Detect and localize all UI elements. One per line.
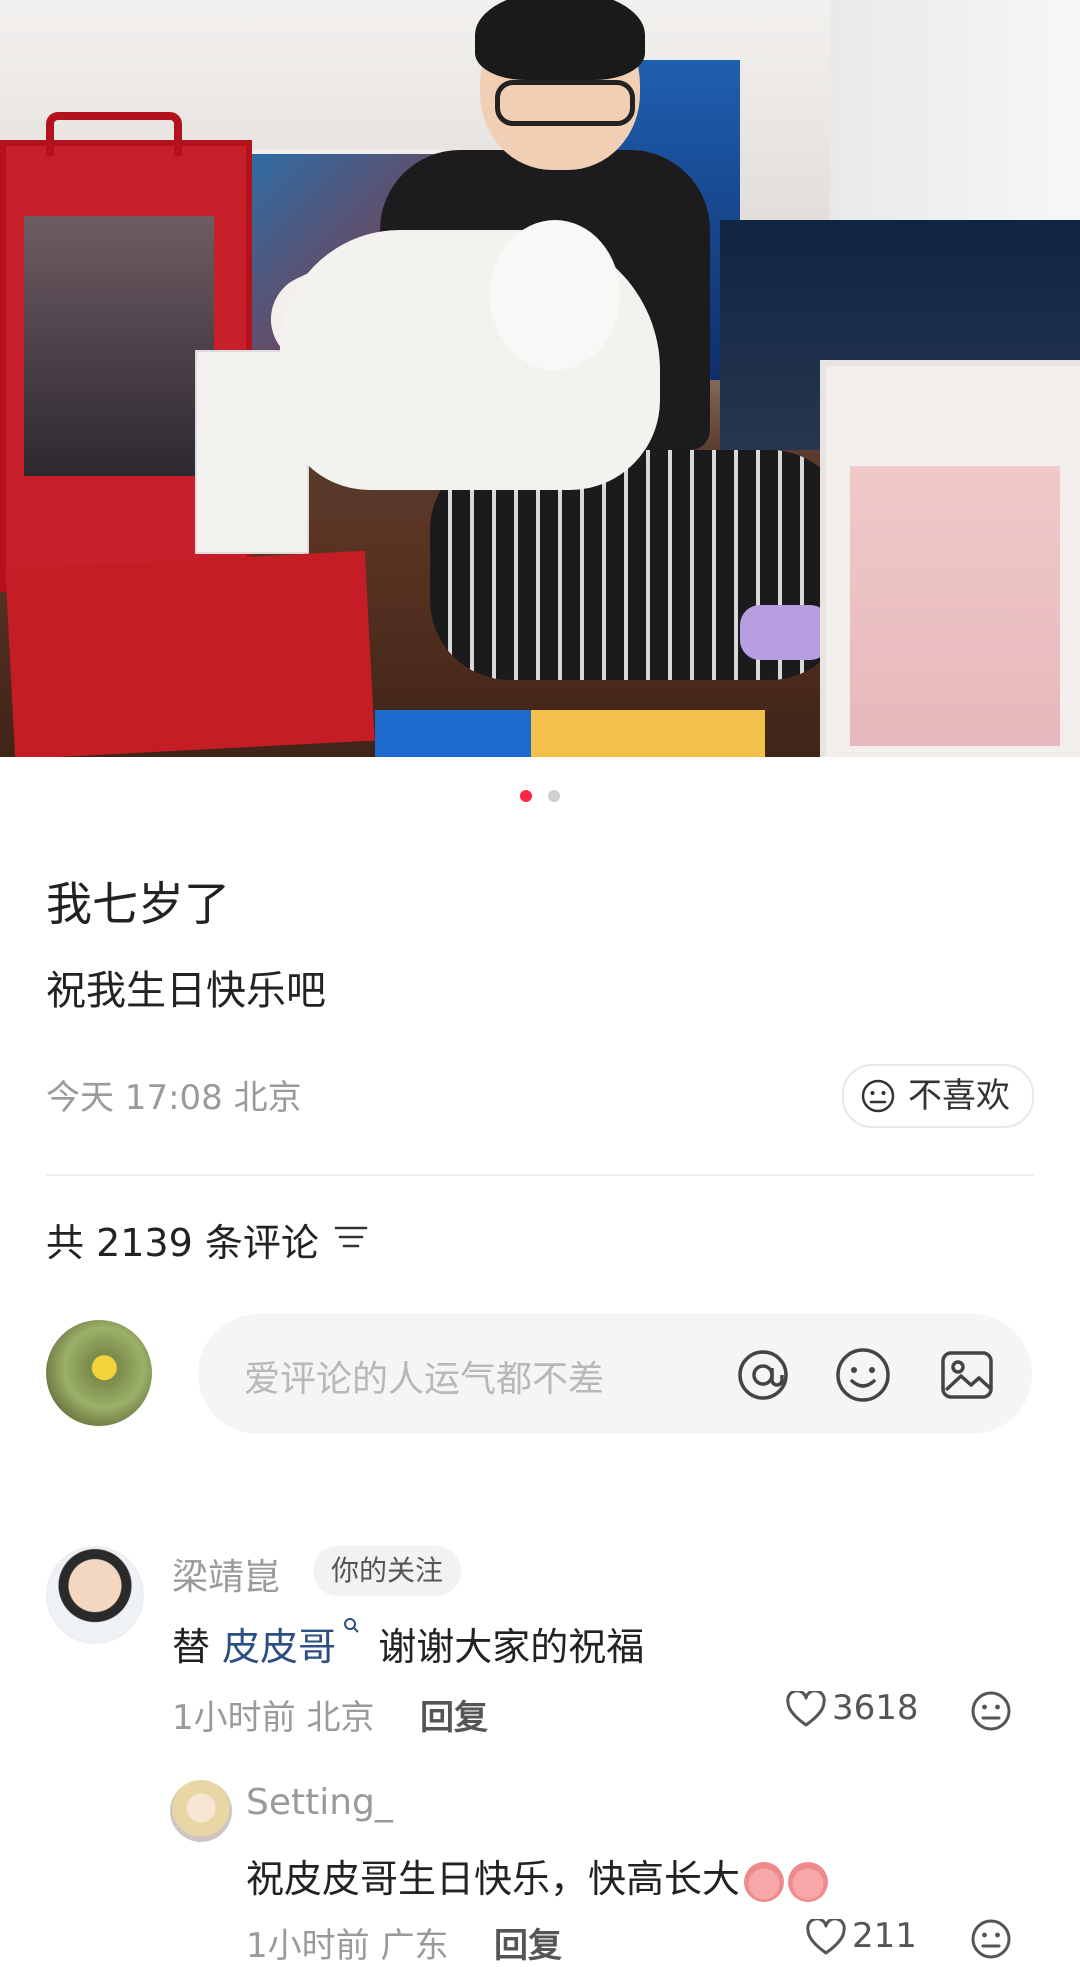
dislike-face-icon[interactable] <box>970 1918 1012 1960</box>
comment-time-location: 1小时前 北京 <box>172 1698 375 1738</box>
post-title: 我七岁了 <box>46 877 230 931</box>
comment-avatar[interactable] <box>46 1546 144 1644</box>
photo-glasses <box>495 80 635 126</box>
photo-person-hair <box>475 0 645 80</box>
emoji-icon[interactable] <box>834 1346 892 1404</box>
reply-like-count: 211 <box>852 1916 917 1956</box>
image-icon[interactable] <box>938 1346 996 1404</box>
post-image[interactable] <box>0 0 1080 757</box>
neutral-face-icon <box>861 1079 895 1113</box>
pager-dot[interactable] <box>547 790 560 802</box>
post-description: 祝我生日快乐吧 <box>46 968 326 1014</box>
dislike-face-icon[interactable] <box>970 1690 1012 1732</box>
reply-text-content: 祝皮皮哥生日快乐，快高长大 <box>246 1857 741 1901</box>
mention-link[interactable]: 皮皮哥 <box>222 1625 336 1669</box>
post-meta: 今天 17:08 北京 <box>46 1078 302 1118</box>
crying-emoji-icon <box>788 1861 829 1902</box>
following-badge: 你的关注 <box>313 1546 462 1596</box>
photo-books <box>375 710 765 757</box>
like-count: 3618 <box>832 1688 919 1728</box>
reply-author[interactable]: Setting_ <box>246 1782 393 1823</box>
heart-icon <box>786 1688 826 1726</box>
divider <box>46 1174 1034 1176</box>
photo-box <box>5 550 375 757</box>
photo-sock <box>740 605 830 660</box>
search-icon <box>344 1618 359 1633</box>
dislike-button[interactable]: 不喜欢 <box>842 1064 1034 1128</box>
comment-count: 共 2139 条评论 <box>46 1221 319 1265</box>
comment-text: 替 皮皮哥 谢谢大家的祝福 <box>172 1616 644 1671</box>
reply-reply-button[interactable]: 回复 <box>494 1918 562 1967</box>
at-icon[interactable] <box>734 1346 792 1404</box>
sort-icon[interactable] <box>334 1222 368 1252</box>
photo-box <box>820 360 1080 757</box>
dislike-label: 不喜欢 <box>908 1076 1010 1116</box>
comment-text-prefix: 替 <box>172 1625 223 1669</box>
photo-dog-head <box>490 220 620 370</box>
reply-text: 祝皮皮哥生日快乐，快高长大 <box>246 1848 829 1903</box>
image-pager[interactable] <box>0 787 1080 802</box>
my-avatar[interactable] <box>46 1320 152 1426</box>
comment-text-suffix: 谢谢大家的祝福 <box>366 1625 645 1669</box>
comment-author[interactable]: 梁靖崑 <box>172 1548 280 1600</box>
crying-emoji-icon <box>744 1861 785 1902</box>
pager-dot-active[interactable] <box>520 790 533 802</box>
like-button[interactable]: 3618 <box>786 1688 919 1729</box>
reply-like-button[interactable]: 211 <box>806 1916 917 1957</box>
reply-avatar[interactable] <box>170 1780 232 1842</box>
comment-placeholder: 爱评论的人运气都不差 <box>244 1359 605 1400</box>
reply-time-location: 1小时前 广东 <box>246 1926 449 1966</box>
reply-button[interactable]: 回复 <box>420 1690 488 1739</box>
comment-input[interactable]: 爱评论的人运气都不差 <box>198 1314 1032 1434</box>
heart-icon <box>806 1916 846 1954</box>
